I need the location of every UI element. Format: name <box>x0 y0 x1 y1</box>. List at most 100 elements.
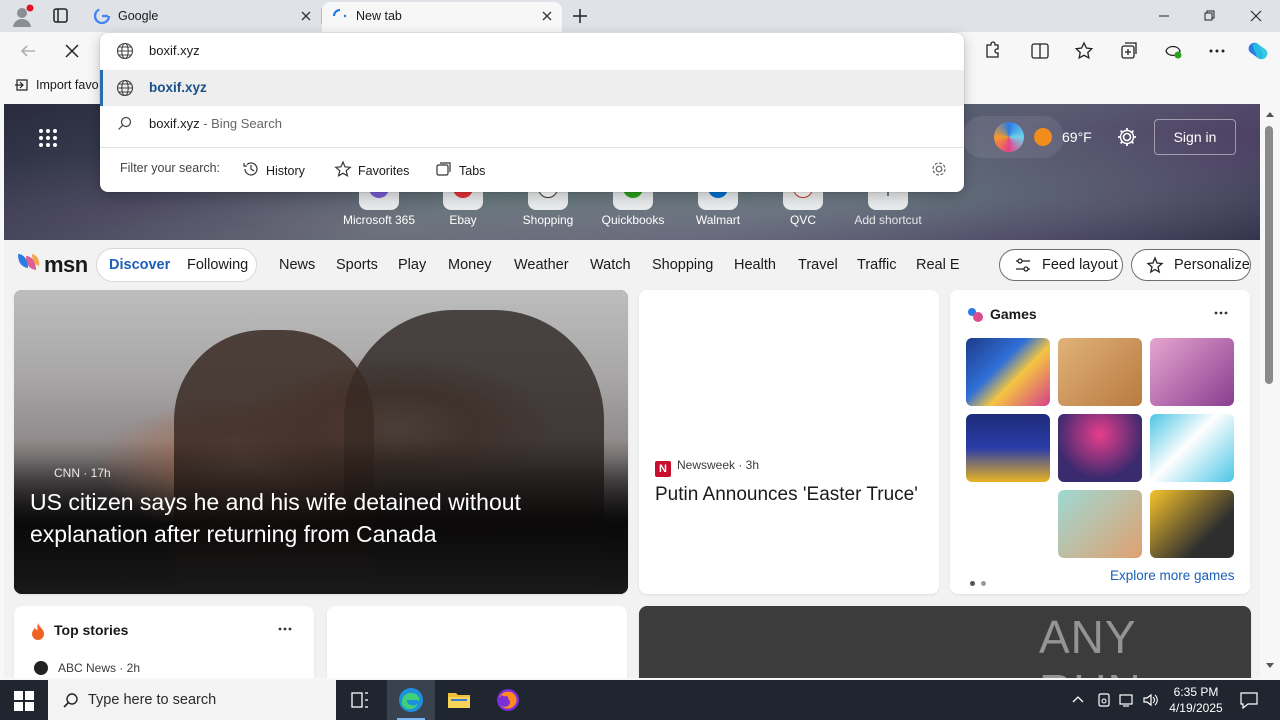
msn-logo[interactable]: msn <box>16 250 88 277</box>
taskbar-search-box[interactable]: Type here to search <box>48 680 336 720</box>
page-settings-icon[interactable] <box>1116 126 1138 148</box>
news-card[interactable]: N Newsweek · 3h Putin Announces 'Easter T… <box>639 290 939 594</box>
game-tile-hospital[interactable] <box>1058 490 1142 558</box>
personalize-button[interactable]: Personalize <box>1131 249 1251 281</box>
filter-favorites[interactable]: Favorites <box>334 160 409 178</box>
edge-icon <box>399 688 423 712</box>
nav-travel[interactable]: Travel <box>798 257 838 273</box>
video-card[interactable]: ANY RUN <box>639 606 1251 678</box>
temperature: 69°F <box>1062 129 1092 145</box>
tab-actions-icon[interactable] <box>46 6 74 26</box>
profile-icon[interactable] <box>10 4 34 28</box>
shortcut-label: Ebay <box>449 213 477 227</box>
scrollbar-thumb[interactable] <box>1265 126 1273 384</box>
notifications-icon[interactable] <box>1239 690 1259 710</box>
app-launcher-icon[interactable] <box>38 128 58 148</box>
address-bar-dropdown: boxif.xyz boxif.xyz boxif.xyz - Bing Sea… <box>100 33 964 192</box>
network-icon[interactable] <box>1119 692 1135 708</box>
carousel-dots[interactable] <box>970 574 992 589</box>
vertical-scrollbar[interactable] <box>1260 104 1280 678</box>
new-tab-button[interactable] <box>568 4 592 28</box>
filter-history[interactable]: History <box>242 160 305 178</box>
shortcut-label: Quickbooks <box>601 213 665 227</box>
import-icon <box>15 79 28 91</box>
game-tile-bubble-shooter[interactable] <box>1058 414 1142 482</box>
taskbar-file-explorer[interactable] <box>435 680 483 720</box>
filter-favorites-label: Favorites <box>358 164 410 178</box>
game-tile-blocks[interactable] <box>966 414 1050 482</box>
copilot-search-icon[interactable] <box>994 122 1024 152</box>
shortcut-label: Shopping <box>522 213 574 227</box>
extensions-icon[interactable] <box>980 39 1004 63</box>
following-tab[interactable]: Following <box>187 257 248 273</box>
task-view-button[interactable] <box>336 680 384 720</box>
tab-new-tab[interactable]: New tab <box>322 2 562 32</box>
import-favorites-label: Import favo <box>36 78 99 92</box>
address-input-row[interactable]: boxif.xyz <box>100 33 964 69</box>
tabs-icon <box>436 162 451 176</box>
system-clock[interactable]: 6:35 PM 4/19/2025 <box>1164 684 1228 716</box>
sign-in-button[interactable]: Sign in <box>1154 119 1236 155</box>
windows-start-icon[interactable] <box>14 691 34 711</box>
main-story-card[interactable]: CNN · 17h US citizen says he and his wif… <box>14 290 628 594</box>
personalize-label: Personalize <box>1174 257 1250 273</box>
games-icon <box>968 308 983 322</box>
story-headline[interactable]: US citizen says he and his wife detained… <box>30 486 620 550</box>
address-input[interactable]: boxif.xyz <box>149 43 200 58</box>
filter-tabs[interactable]: Tabs <box>435 160 485 178</box>
nav-play[interactable]: Play <box>398 257 426 273</box>
stop-loading-button[interactable] <box>60 39 84 63</box>
device-icon[interactable] <box>1096 692 1112 708</box>
split-screen-icon[interactable] <box>1028 39 1052 63</box>
suggestion-url[interactable]: boxif.xyz <box>100 70 964 106</box>
volume-icon[interactable] <box>1142 692 1160 708</box>
more-options-icon[interactable] <box>276 620 294 638</box>
feed-layout-button[interactable]: Feed layout <box>999 249 1123 281</box>
discover-tab[interactable]: Discover <box>109 257 170 273</box>
game-tile-mahjong[interactable] <box>1150 414 1234 482</box>
nav-watch[interactable]: Watch <box>590 257 631 273</box>
favorites-icon[interactable] <box>1072 39 1096 63</box>
shortcut-label: Microsoft 365 <box>342 213 416 227</box>
nav-health[interactable]: Health <box>734 257 776 273</box>
news-source: N Newsweek · 3h <box>655 458 759 477</box>
scroll-down-icon[interactable] <box>1265 662 1275 670</box>
news-headline[interactable]: Putin Announces 'Easter Truce' <box>655 482 925 508</box>
game-tile-wood-nuts[interactable] <box>1058 338 1142 406</box>
nav-sports[interactable]: Sports <box>336 257 378 273</box>
nav-traffic[interactable]: Traffic <box>857 257 896 273</box>
back-button[interactable] <box>16 39 40 63</box>
suggestion-search[interactable]: boxif.xyz - Bing Search <box>100 106 964 142</box>
nav-shopping[interactable]: Shopping <box>652 257 713 273</box>
explore-more-games-link[interactable]: Explore more games <box>1110 568 1235 583</box>
more-options-icon[interactable] <box>1212 304 1230 322</box>
msn-butterfly-icon <box>18 254 40 270</box>
show-hidden-icons[interactable] <box>1071 692 1085 706</box>
tab-google[interactable]: Google <box>84 2 321 32</box>
star-icon <box>334 160 352 178</box>
game-tile-cube[interactable] <box>1150 490 1234 558</box>
close-tab-icon[interactable] <box>540 9 554 23</box>
nav-money[interactable]: Money <box>448 257 492 273</box>
game-tile-jewel[interactable] <box>966 338 1050 406</box>
taskbar-edge[interactable] <box>387 680 435 720</box>
tab-title: New tab <box>356 9 402 23</box>
game-tile-makeup[interactable] <box>1150 338 1234 406</box>
nav-news[interactable]: News <box>279 257 315 273</box>
copilot-icon[interactable] <box>1245 39 1269 63</box>
nav-weather[interactable]: Weather <box>514 257 569 273</box>
minimize-button[interactable] <box>1141 0 1187 32</box>
import-favorites-link[interactable]: Import favo <box>14 78 99 92</box>
shortcut-label: QVC <box>789 213 816 227</box>
taskbar-firefox[interactable] <box>484 680 532 720</box>
more-menu-icon[interactable] <box>1205 39 1229 63</box>
close-tab-icon[interactable] <box>299 9 313 23</box>
restore-button[interactable] <box>1187 0 1233 32</box>
collections-icon[interactable] <box>1117 39 1141 63</box>
browser-essentials-icon[interactable] <box>1161 39 1185 63</box>
search-settings-icon[interactable] <box>930 160 948 178</box>
scroll-up-icon[interactable] <box>1265 110 1275 118</box>
firefox-icon <box>497 689 519 711</box>
nav-real-estate[interactable]: Real E <box>916 257 960 273</box>
close-window-button[interactable] <box>1233 0 1279 32</box>
